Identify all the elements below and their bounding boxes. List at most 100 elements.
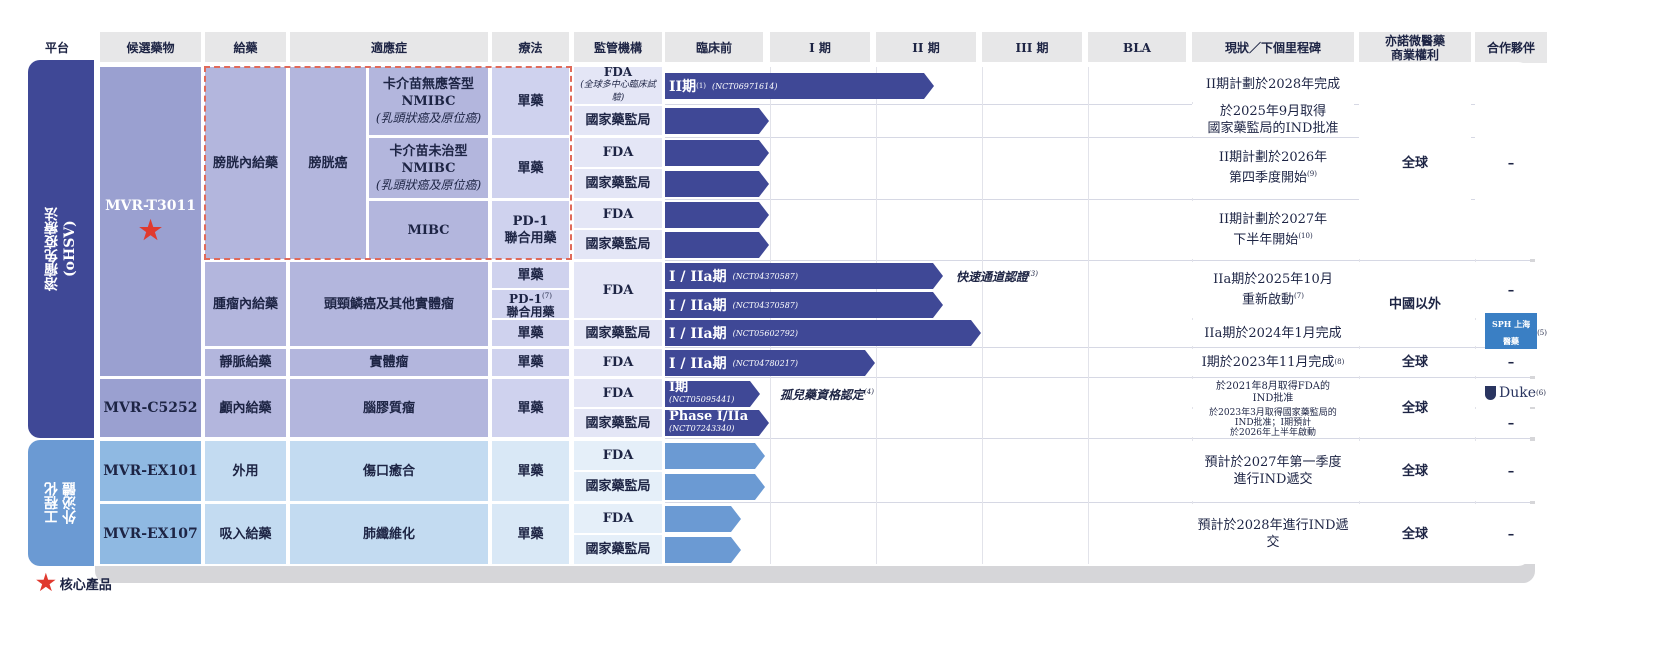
partner-cell-sph: SPH 上海醫藥 (5) xyxy=(1475,313,1547,353)
status-text: I期於2023年11月完成 xyxy=(1201,355,1335,370)
candidate-c5252: MVR-C5252 xyxy=(100,379,201,437)
status-line2: 國家藥監局的IND批准 xyxy=(1207,121,1339,136)
platform-exo-label: 工程化 外泌體 xyxy=(43,482,79,524)
grid-col-line xyxy=(982,67,983,564)
status-line1: 於2025年9月取得 xyxy=(1219,104,1327,119)
status-cell: 預計於2027年第一季度 進行IND遞交 xyxy=(1192,441,1354,501)
candidate-ex101: MVR-EX101 xyxy=(100,441,201,501)
admin-inhaled: 吸入給藥 xyxy=(205,504,286,564)
nct-id: (NCT04370587) xyxy=(732,300,799,310)
status-line2: IND批准；I期預計 xyxy=(1234,418,1312,428)
therapy-mono: 單藥 xyxy=(492,441,569,501)
status-cell: II期計劃於2028年完成 xyxy=(1192,67,1354,102)
admin-topical: 外用 xyxy=(205,441,286,501)
footnote-7: (7) xyxy=(542,291,552,300)
status-line2: 下半年開始(10) xyxy=(1233,228,1312,248)
regulator-fda: FDA xyxy=(574,441,662,470)
header-regulator: 監管機構 xyxy=(574,32,662,63)
header-phase1: I 期 xyxy=(770,32,870,63)
header-bla: BLA xyxy=(1088,32,1186,63)
grid-row-line xyxy=(665,260,1530,261)
candidate-ex107: MVR-EX107 xyxy=(100,504,201,564)
partner-cell: – xyxy=(1475,441,1547,501)
fast-track-label: 快速通道認證 xyxy=(956,270,1029,284)
rights-cell: 全球 xyxy=(1359,441,1471,501)
duke-logo: Duke xyxy=(1499,384,1537,401)
footnote-8: (8) xyxy=(1334,358,1345,366)
legend-core-label: 核心產品 xyxy=(59,577,112,593)
nct-id: (NCT05095441) xyxy=(669,395,735,404)
bar-ex101-fda xyxy=(665,443,765,469)
grid-row-line xyxy=(665,377,1530,378)
bar-ex101-nmpa xyxy=(665,474,765,500)
partner-cell: – xyxy=(1475,262,1547,318)
regulator-fda-global: FDA (全球多中心臨床試驗) xyxy=(574,65,662,104)
indication-glioma: 腦膠質瘤 xyxy=(290,379,488,437)
status-line1: 預計於2027年第一季度 xyxy=(1204,455,1342,470)
nct-id: (NCT04780217) xyxy=(732,358,799,368)
status-line3: 於2026年上半年啟動 xyxy=(1230,428,1316,438)
legend-core-product: ★ 核心產品 xyxy=(36,570,112,596)
status-line1: 於2023年3月取得國家藥監局的 xyxy=(1209,408,1337,418)
bar-label: Phase I/IIa xyxy=(669,409,749,424)
status-line1: II期計劃於2026年 xyxy=(1218,150,1328,166)
header-partner: 合作夥伴 xyxy=(1475,32,1547,63)
therapy-mono: 單藥 xyxy=(492,379,569,437)
regulator-fda: FDA xyxy=(574,138,662,167)
header-candidate: 候選藥物 xyxy=(100,32,201,63)
bar-label: I / IIa期 xyxy=(669,356,727,372)
status-line2-text: 下半年開始 xyxy=(1233,232,1299,248)
footnote-7: (7) xyxy=(1294,292,1304,301)
bar-t3011-bcg-naive-fda xyxy=(665,140,769,166)
sph-logo: SPH 上海醫藥 xyxy=(1485,313,1538,353)
rights-cell: 中國以外 xyxy=(1359,262,1471,346)
core-star-icon: ★ xyxy=(138,216,163,246)
bar-t3011-bcg-unresp-nmpa xyxy=(665,108,769,134)
status-line2: 進行IND遞交 xyxy=(1233,472,1313,487)
status-line1: 於2021年8月取得FDA的 xyxy=(1216,381,1330,392)
bar-t3011-mibc-fda xyxy=(665,202,769,228)
platform-ohsv-line2: (oHSV) xyxy=(62,220,78,278)
grid-row-line xyxy=(665,438,1530,439)
status-line2: 第四季度開始(9) xyxy=(1229,166,1317,186)
highlight-dashed-box xyxy=(204,66,572,260)
bar-label: I期 xyxy=(669,380,689,395)
status-line1: II期計劃於2027年 xyxy=(1218,212,1328,228)
partner-cell: – xyxy=(1475,67,1547,259)
partner-cell: – xyxy=(1475,409,1547,437)
regulator-fda-global-sub: (全球多中心臨床試驗) xyxy=(580,80,656,103)
header-platform: 平台 xyxy=(44,40,69,55)
status-line2-text: 第四季度開始 xyxy=(1229,170,1308,186)
status-cell: 於2025年9月取得 國家藥監局的IND批准 xyxy=(1192,104,1354,136)
platform-ohsv-label: 溶瘤免疫療法 (oHSV) xyxy=(43,207,79,291)
regulator-fda-label: FDA xyxy=(603,65,633,79)
rights-cell: 全球 xyxy=(1359,504,1471,564)
bar-ex107-fda xyxy=(665,506,741,532)
status-cell: I期於2023年11月完成 (8) xyxy=(1192,349,1354,376)
regulator-fda: FDA xyxy=(574,379,662,407)
header-indication: 適應症 xyxy=(290,32,488,63)
regulator-fda: FDA xyxy=(574,504,662,533)
nct-id: (NCT07243340) xyxy=(669,424,735,433)
therapy-mono: 單藥 xyxy=(492,320,569,346)
bar-label: I / IIa期 xyxy=(669,326,727,342)
header-therapy: 療法 xyxy=(492,32,569,63)
partner-cell: – xyxy=(1475,504,1547,564)
grid-row-line xyxy=(665,502,1530,503)
regulator-fda: FDA xyxy=(574,262,662,318)
footnote-5: (5) xyxy=(1537,328,1547,337)
indication-wound-healing: 傷口癒合 xyxy=(290,441,488,501)
candidate-t3011: MVR-T3011 ★ xyxy=(100,67,201,376)
platform-exo-band: 工程化 外泌體 xyxy=(28,440,94,566)
therapy-combo-pd1: PD-1 xyxy=(509,291,543,306)
bar-t3011-hnscc-fda-combo: I / IIa期 (NCT04370587) xyxy=(665,292,943,318)
therapy-combo-line1: PD-1(7) xyxy=(509,290,552,306)
regulator-nmpa: 國家藥監局 xyxy=(574,106,662,135)
bar-t3011-bcg-unresp-fda: II期 (1) (NCT06971614) xyxy=(665,73,934,99)
status-line2: IND批准 xyxy=(1252,393,1294,404)
platform-exo-line1: 工程化 xyxy=(44,482,60,524)
therapy-mono: 單藥 xyxy=(492,349,569,376)
platform-exo-line2: 外泌體 xyxy=(62,482,78,524)
header-status: 現狀／下個里程碑 xyxy=(1192,32,1354,63)
duke-shield-icon xyxy=(1485,386,1496,400)
